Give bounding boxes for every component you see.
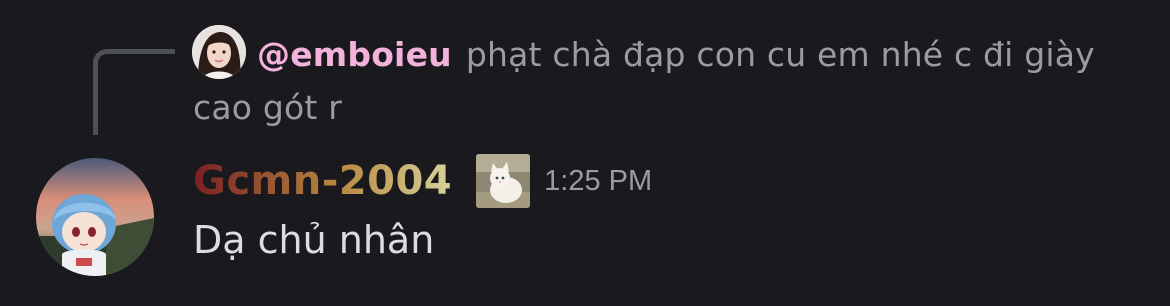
message-header: Gcmn-2004 1:25 PM [193,150,652,212]
author-avatar-icon[interactable] [36,158,154,276]
reply-preview[interactable]: @emboieu phạt chà đạp con cu em nhé c đi … [193,28,1143,134]
cat-role-icon[interactable] [476,154,531,208]
reply-username[interactable]: @emboieu [257,35,452,74]
author-username[interactable]: Gcmn-2004 [193,158,452,204]
message-timestamp: 1:25 PM [544,164,653,197]
chat-message: @emboieu phạt chà đạp con cu em nhé c đi … [0,0,1170,306]
message-content: Dạ chủ nhân [193,218,435,262]
reply-connector [93,49,175,135]
